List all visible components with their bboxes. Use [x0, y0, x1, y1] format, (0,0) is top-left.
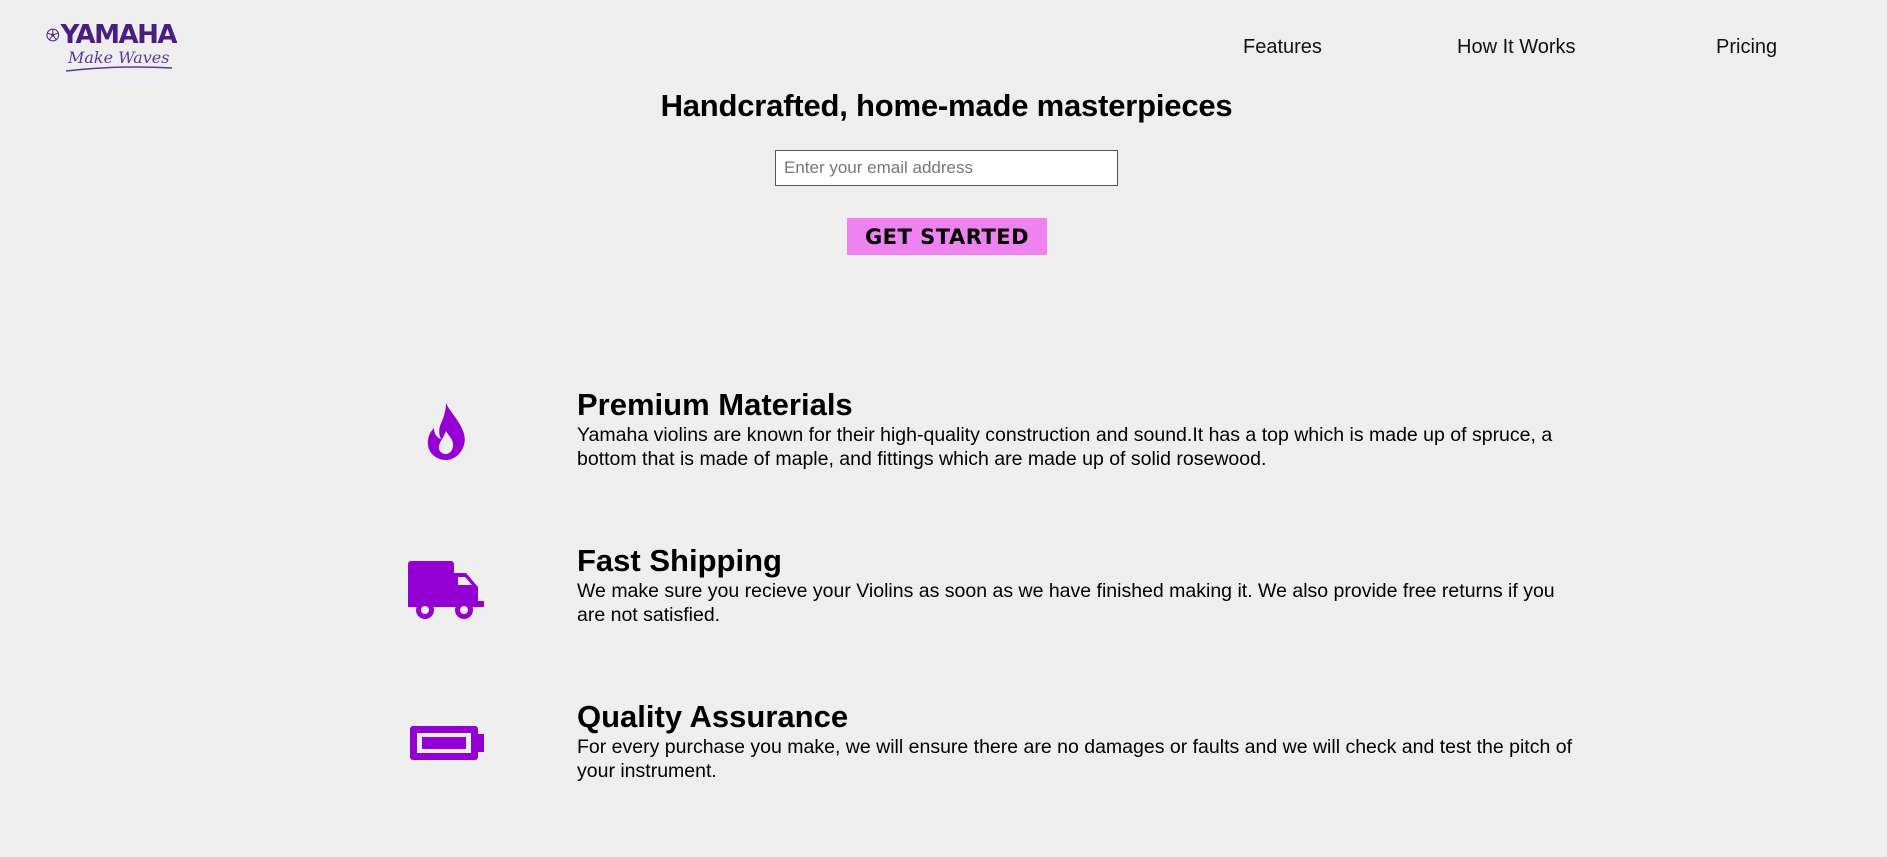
nav-link-how-it-works[interactable]: How It Works: [1457, 36, 1576, 60]
truck-icon: [408, 561, 484, 619]
nav-link-pricing[interactable]: Pricing: [1716, 36, 1777, 60]
feature-quality-assurance: Quality Assurance For every purchase you…: [0, 697, 1887, 817]
get-started-button[interactable]: GET STARTED: [847, 218, 1047, 255]
battery-icon: [410, 726, 484, 760]
feature-description: Yamaha violins are known for their high-…: [577, 424, 1553, 470]
nav-link-features[interactable]: Features: [1243, 36, 1322, 60]
feature-title: Quality Assurance: [577, 699, 849, 734]
hero-title: Handcrafted, home-made masterpieces: [660, 88, 1233, 123]
yamaha-logo[interactable]: YAMAHA Make Waves: [46, 20, 178, 72]
logo-mark: YAMAHA: [46, 20, 178, 50]
feature-fast-shipping: Fast Shipping We make sure you recieve y…: [0, 541, 1887, 661]
feature-title: Premium Materials: [577, 387, 853, 422]
feature-description: For every purchase you make, we will ens…: [577, 736, 1573, 782]
feature-description: We make sure you recieve your Violins as…: [577, 580, 1555, 626]
feature-title: Fast Shipping: [577, 543, 782, 578]
site-header: YAMAHA Make Waves Features How It Works …: [0, 0, 1887, 90]
email-input[interactable]: [775, 150, 1118, 186]
feature-premium-materials: Premium Materials Yamaha violins are kno…: [0, 385, 1887, 505]
tuning-fork-emblem-icon: [46, 28, 60, 42]
brand-name: YAMAHA: [60, 20, 178, 50]
logo-swoosh: [65, 66, 173, 72]
fire-icon: [427, 403, 465, 460]
